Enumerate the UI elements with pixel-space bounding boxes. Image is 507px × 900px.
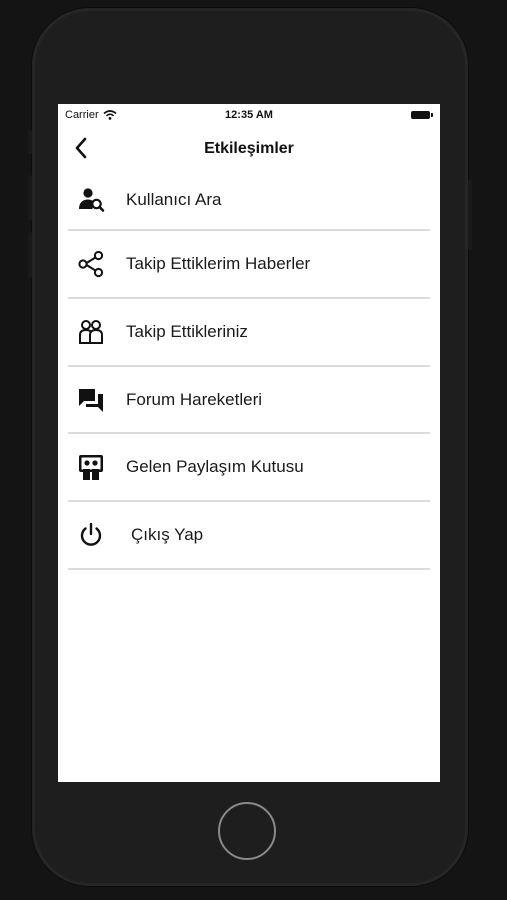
menu-item-logout[interactable]: Çıkış Yap [68,502,430,570]
home-button[interactable] [218,802,276,860]
menu-item-shared-inbox[interactable]: Gelen Paylaşım Kutusu [68,434,430,502]
menu-item-label: Takip Ettikleriniz [126,322,248,341]
followers-icon [74,317,108,347]
volume-down-button [28,232,32,278]
menu-item-label: Çıkış Yap [131,525,204,544]
power-icon [74,520,108,550]
user-search-icon [74,185,108,215]
menu-item-followed-news[interactable]: Takip Ettiklerim Haberler [68,231,430,299]
inbox-share-icon [74,452,108,482]
interactions-menu: Kullanıcı Ara Takip Ettiklerim Haberler [68,170,430,570]
page-title: Etkileşimler [204,140,294,157]
status-bar: Carrier 12:35 AM [58,104,440,126]
menu-item-following[interactable]: Takip Ettikleriniz [68,299,430,367]
menu-item-label: Kullanıcı Ara [126,189,222,209]
menu-item-label: Gelen Paylaşım Kutusu [126,457,304,476]
battery-icon [411,111,433,119]
navigation-bar: Etkileşimler [58,126,440,170]
app-screen: Carrier 12:35 AM Etkileşimler Kullanıcı … [58,104,440,782]
menu-item-forum-activity[interactable]: Forum Hareketleri [68,367,430,434]
power-side-button [468,180,472,250]
volume-up-button [28,175,32,221]
forum-icon [74,385,108,415]
status-time: 12:35 AM [225,109,273,121]
menu-item-label: Takip Ettiklerim Haberler [126,254,311,273]
menu-item-label: Forum Hareketleri [126,389,263,409]
silent-switch [28,130,32,154]
menu-item-user-search[interactable]: Kullanıcı Ara [68,170,430,231]
share-icon [74,249,108,279]
